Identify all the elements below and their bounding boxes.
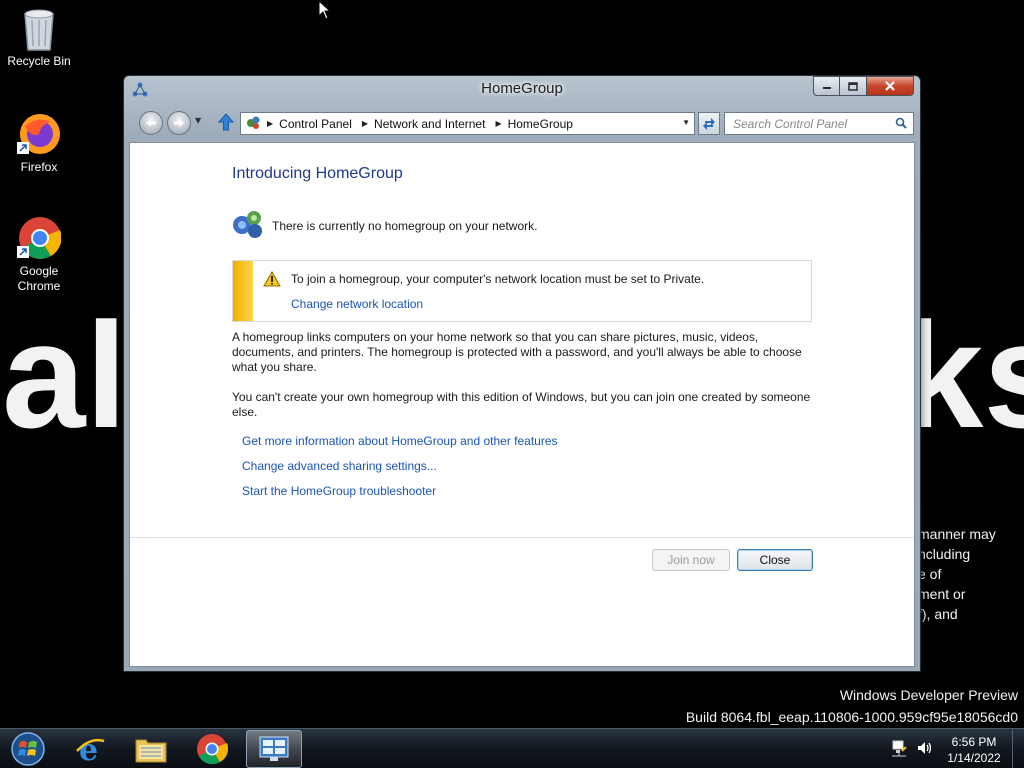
desktop-icon-firefox[interactable]: Firefox <box>1 112 77 175</box>
watermark-line: Build 8064.fbl_eeap.110806-1000.959cf95e… <box>685 709 1018 725</box>
join-now-button[interactable]: Join now <box>652 549 730 571</box>
taskbar-google-chrome[interactable] <box>184 730 240 768</box>
svg-text:e: e <box>79 733 98 765</box>
taskbar-file-explorer[interactable] <box>123 730 179 768</box>
system-tray <box>890 739 934 761</box>
forward-button[interactable] <box>167 111 191 135</box>
status-text: There is currently no homegroup on your … <box>272 218 538 233</box>
window-title: HomeGroup <box>481 80 563 97</box>
desktop-icon-label: Google Chrome <box>17 264 61 293</box>
wallpaper-line: ment or <box>918 586 966 602</box>
desktop-icon-google-chrome[interactable]: Google Chrome <box>1 216 77 294</box>
maximize-button[interactable] <box>840 76 867 96</box>
breadcrumb-network-and-internet[interactable]: Network and Internet <box>374 117 485 131</box>
volume-icon[interactable] <box>916 739 934 761</box>
clock[interactable]: 6:56 PM 1/14/2022 <box>936 734 1012 766</box>
taskbar-control-panel[interactable] <box>246 730 302 768</box>
breadcrumb-separator-icon[interactable]: ▶ <box>495 119 501 128</box>
edition-limitation-text: You can't create your own homegroup with… <box>232 390 811 419</box>
recent-pages-chevron-down-icon[interactable]: ▼ <box>195 116 201 125</box>
taskbar: e 6:56 PM 1/14/2022 <box>0 728 1024 768</box>
homegroup-description: A homegroup links computers on your home… <box>232 330 802 374</box>
navigation-bar: ▼ ▶ Control Panel ▶ Network and Internet… <box>136 110 914 136</box>
internet-explorer-icon: e <box>76 733 105 765</box>
warning-text: To join a homegroup, your computer's net… <box>291 272 705 286</box>
warning-icon <box>263 270 281 292</box>
wallpaper-line: f), and <box>918 606 958 622</box>
homegroup-window[interactable]: HomeGroup ▼ ▶ Control Panel ▶ Network an… <box>123 75 921 672</box>
back-button[interactable] <box>139 111 163 135</box>
chrome-icon <box>17 216 62 260</box>
homegroup-status: There is currently no homegroup on your … <box>232 209 537 242</box>
divider <box>130 537 914 538</box>
address-dropdown-chevron-down-icon[interactable]: ▼ <box>682 118 690 127</box>
recycle-bin-icon <box>17 6 61 51</box>
breadcrumb-separator-icon[interactable]: ▶ <box>362 119 368 128</box>
homegroup-icon <box>232 209 266 242</box>
taskbar-internet-explorer[interactable]: e <box>62 730 118 768</box>
warning-infobar: To join a homegroup, your computer's net… <box>232 260 812 322</box>
breadcrumb-separator-icon: ▶ <box>267 119 274 128</box>
page-title: Introducing HomeGroup <box>232 165 403 182</box>
search-icon[interactable] <box>895 117 907 132</box>
wallpaper-line: e of <box>918 566 942 582</box>
search-input[interactable]: Search Control Panel <box>724 112 914 135</box>
warning-stripe <box>233 261 253 321</box>
wallpaper-line: ncluding <box>918 546 971 562</box>
control-panel-icon <box>259 736 289 761</box>
start-button[interactable] <box>8 731 48 768</box>
control-panel-icon <box>245 114 261 133</box>
watermark-line: Windows Developer Preview <box>839 687 1018 703</box>
breadcrumb-control-panel[interactable]: Control Panel <box>279 117 352 131</box>
close-button[interactable]: Close <box>737 549 813 571</box>
troubleshooter-link[interactable]: Start the HomeGroup troubleshooter <box>242 484 558 509</box>
wallpaper-line: manner may <box>918 526 996 542</box>
related-links: Get more information about HomeGroup and… <box>242 434 558 509</box>
minimize-button[interactable] <box>813 76 840 96</box>
clock-time: 6:56 PM <box>951 735 997 749</box>
close-window-button[interactable] <box>867 76 914 96</box>
desktop-icon-label: Recycle Bin <box>7 54 71 68</box>
network-icon[interactable] <box>890 739 908 761</box>
desktop-icon-label: Firefox <box>20 160 58 174</box>
search-placeholder: Search Control Panel <box>733 117 848 131</box>
change-network-location-link[interactable]: Change network location <box>291 297 423 311</box>
address-bar[interactable]: ▶ Control Panel ▶ Network and Internet ▶… <box>240 112 695 135</box>
up-arrow-icon[interactable] <box>217 112 235 136</box>
caption-buttons <box>813 76 914 96</box>
advanced-sharing-settings-link[interactable]: Change advanced sharing settings... <box>242 459 558 484</box>
content-pane: Introducing HomeGroup There is currently… <box>129 142 915 667</box>
show-desktop-button[interactable] <box>1012 729 1024 768</box>
folder-icon <box>135 739 167 763</box>
chrome-icon <box>197 734 228 765</box>
more-info-link[interactable]: Get more information about HomeGroup and… <box>242 434 558 459</box>
build-watermark: Windows Developer Preview Build 8064.fbl… <box>686 684 1018 728</box>
firefox-icon <box>17 112 61 156</box>
desktop-icon-recycle-bin[interactable]: Recycle Bin <box>1 6 77 69</box>
wallpaper-paragraph: manner may ncluding e of ment or f), and <box>918 524 1024 624</box>
mouse-cursor-icon <box>318 0 332 24</box>
clock-date: 1/14/2022 <box>947 751 1001 765</box>
wallpaper-text-left: al <box>2 291 128 459</box>
refresh-button[interactable] <box>698 112 720 135</box>
breadcrumb-homegroup[interactable]: HomeGroup <box>508 117 573 131</box>
